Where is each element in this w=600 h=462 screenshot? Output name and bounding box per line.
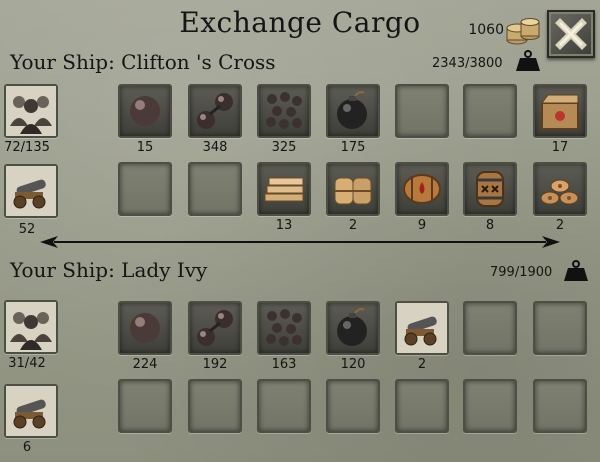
ship1-row2-slot-planks[interactable] — [257, 162, 311, 216]
ship1-row2-slot-firewood[interactable] — [533, 162, 587, 216]
ship1-row2-slot-empty[interactable] — [188, 162, 242, 216]
coins-icon — [506, 18, 540, 45]
section-divider — [40, 236, 560, 248]
ship2-row2-slot-empty[interactable] — [257, 379, 311, 433]
money-amount: 1060 — [468, 22, 504, 38]
ship1-name: Your Ship: Clifton 's Cross — [10, 50, 276, 74]
ship1-row1-slot-grapeshot[interactable] — [257, 84, 311, 138]
crew-icon — [6, 86, 56, 136]
ship1-row2-qty: 2 — [555, 218, 565, 233]
ship2-row2-slot-empty[interactable] — [326, 379, 380, 433]
ship2-cannon-count: 6 — [22, 440, 32, 455]
ship2-row1-qty: 192 — [202, 357, 228, 372]
ship1-row2-slot-empty[interactable] — [118, 162, 172, 216]
ship1-row1-slot-empty[interactable] — [395, 84, 449, 138]
cannon-icon — [397, 303, 447, 353]
cannonball-icon — [130, 96, 160, 126]
ship1-row1-slot-empty[interactable] — [463, 84, 517, 138]
ship2-row2-slot-empty[interactable] — [463, 379, 517, 433]
ship2-crew-slot[interactable] — [4, 300, 58, 354]
ship2-row1-qty: 163 — [271, 357, 297, 372]
rum-barrel-icon — [476, 171, 504, 207]
ship2-row1-slot-cannon[interactable] — [395, 301, 449, 355]
crew-icon — [6, 302, 56, 352]
chain-shot-icon — [197, 310, 233, 346]
ship1-row2-qty: 13 — [275, 218, 293, 233]
ship2-row1-slot-bomb[interactable] — [326, 301, 380, 355]
chain-shot-icon — [197, 93, 233, 129]
ship1-row1-qty: 175 — [340, 140, 366, 155]
cannon-icon — [6, 166, 56, 216]
ship1-row1-qty: 325 — [271, 140, 297, 155]
bomb-icon — [337, 308, 367, 346]
planks-icon — [264, 177, 304, 202]
ship2-row2-slot-empty[interactable] — [395, 379, 449, 433]
ship1-row2-slot-rum-barrel[interactable] — [463, 162, 517, 216]
ship1-row2-qty: 8 — [485, 218, 495, 233]
grapeshot-icon — [266, 92, 302, 129]
firewood-icon — [540, 179, 579, 205]
ship2-row1-slot-empty[interactable] — [533, 301, 587, 355]
ship2-weight: 799/1900 — [490, 265, 553, 280]
ship2-row1-qty: 224 — [132, 357, 158, 372]
ship1-cannon-slot[interactable] — [4, 164, 58, 218]
ship1-row2-slot-sacks[interactable] — [326, 162, 380, 216]
cannonball-icon — [130, 313, 160, 343]
ship1-row1-slot-bomb[interactable] — [326, 84, 380, 138]
cannon-icon — [6, 386, 56, 436]
ship1-crew-count: 72/135 — [4, 140, 50, 155]
ship1-row1-qty: 15 — [136, 140, 154, 155]
grapeshot-icon — [266, 309, 302, 346]
exchange-cargo-panel: Exchange Cargo 1060 Your Ship: Clifton '… — [0, 0, 600, 462]
ship2-row2-slot-empty[interactable] — [118, 379, 172, 433]
weight-icon — [564, 260, 588, 281]
ship1-weight: 2343/3800 — [432, 56, 503, 71]
ship1-row1-slot-cargo-crate[interactable] — [533, 84, 587, 138]
wine-barrel-icon — [403, 174, 441, 204]
ship2-row1-qty: 2 — [417, 357, 427, 372]
ship1-row2-slot-wine-barrel[interactable] — [395, 162, 449, 216]
cargo-crate-icon — [541, 94, 579, 130]
ship2-row1-slot-grapeshot[interactable] — [257, 301, 311, 355]
ship1-row1-slot-chain-shot[interactable] — [188, 84, 242, 138]
ship2-row1-slot-chain-shot[interactable] — [188, 301, 242, 355]
ship1-row2-qty: 2 — [348, 218, 358, 233]
ship2-name: Your Ship: Lady Ivy — [10, 258, 208, 282]
ship1-row1-qty: 17 — [551, 140, 569, 155]
bomb-icon — [337, 91, 367, 129]
ship2-row2-slot-empty[interactable] — [533, 379, 587, 433]
ship2-row1-qty: 120 — [340, 357, 366, 372]
ship2-crew-count: 31/42 — [8, 356, 46, 371]
ship1-row1-qty: 348 — [202, 140, 228, 155]
ship2-row2-slot-empty[interactable] — [188, 379, 242, 433]
ship1-cannon-count: 52 — [18, 222, 36, 237]
ship2-cannon-slot[interactable] — [4, 384, 58, 438]
ship1-crew-slot[interactable] — [4, 84, 58, 138]
ship2-row1-slot-empty[interactable] — [463, 301, 517, 355]
sacks-icon — [334, 177, 372, 205]
weight-icon — [516, 50, 540, 71]
ship2-row1-slot-cannonball[interactable] — [118, 301, 172, 355]
close-button[interactable] — [547, 10, 595, 58]
close-icon — [555, 18, 587, 50]
ship1-row2-qty: 9 — [417, 218, 427, 233]
ship1-row1-slot-cannonball[interactable] — [118, 84, 172, 138]
